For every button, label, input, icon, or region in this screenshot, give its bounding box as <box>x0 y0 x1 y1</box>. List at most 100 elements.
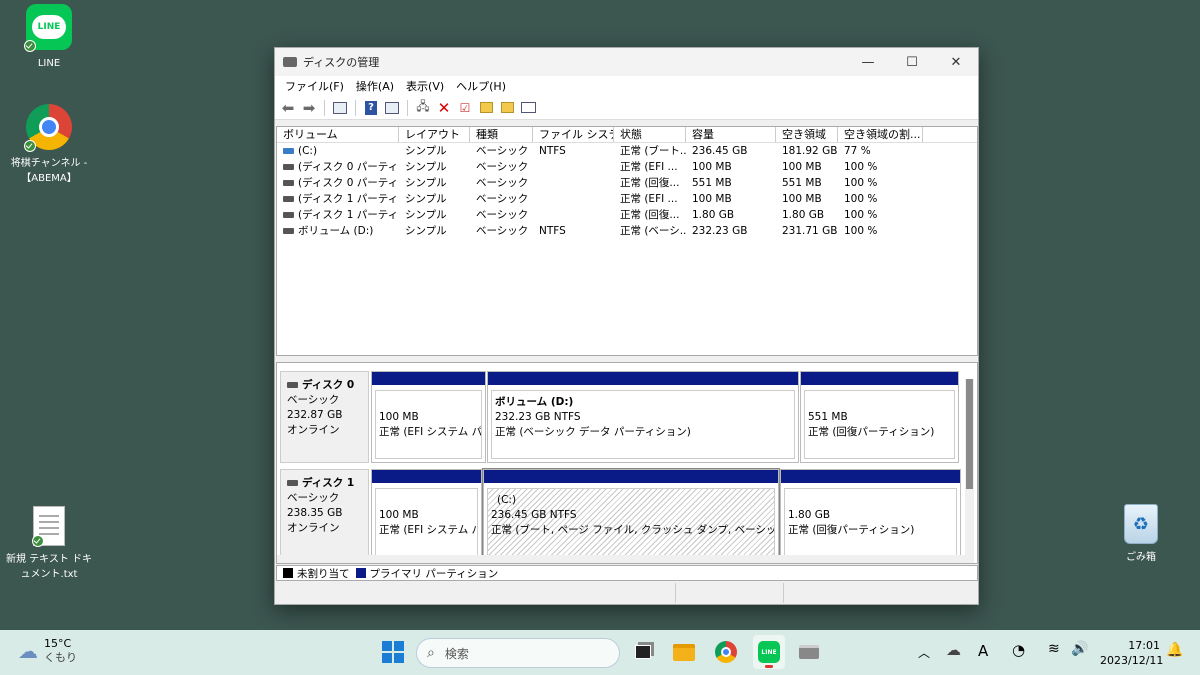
chevron-up-icon[interactable]: ︿ <box>918 644 930 661</box>
column-header-capacity[interactable]: 容量 <box>686 127 776 142</box>
volume-row[interactable]: (ディスク 1 パーティショ... シンプル ベーシック 正常 (EFI ... 100… <box>277 191 977 207</box>
connect-disk-icon[interactable]: 🖧 <box>414 99 432 117</box>
partition-disk1-c[interactable]: (C:) 236.45 GB NTFS 正常 (ブート, ページ ファイル, ク… <box>482 468 780 562</box>
volume-type: ベーシック <box>476 161 529 173</box>
disk-view-vertical-scrollbar[interactable] <box>965 379 974 563</box>
settings-list-icon[interactable] <box>519 99 537 117</box>
unallocated-swatch <box>283 568 293 578</box>
text-file-icon <box>32 506 65 547</box>
volume-row[interactable]: (ディスク 0 パーティショ... シンプル ベーシック 正常 (EFI ... 100… <box>277 159 977 175</box>
onedrive-cloud-icon[interactable]: ☁ <box>946 641 961 659</box>
taskbar-disk-management[interactable] <box>796 639 822 665</box>
legend-primary: プライマリ パーティション <box>369 567 499 580</box>
volume-icon <box>283 196 294 202</box>
menu-action[interactable]: 操作(A) <box>350 78 400 94</box>
disk-size: 238.35 GB <box>287 507 343 519</box>
clock[interactable]: 17:01 2023/12/11 <box>1100 638 1163 668</box>
volume-free: 100 MB <box>782 161 822 173</box>
folder-up-icon[interactable] <box>477 99 495 117</box>
column-header-layout[interactable]: レイアウト <box>399 127 470 142</box>
close-button[interactable]: ✕ <box>934 48 978 76</box>
chrome-icon <box>24 104 72 152</box>
partition-disk0-recovery[interactable]: 551 MB 正常 (回復パーティション) <box>800 371 959 463</box>
power-mode-icon[interactable]: ◔ <box>1012 641 1025 659</box>
partition-disk0-efi[interactable]: 100 MB 正常 (EFI システム パーティション) <box>371 371 486 463</box>
volume-type: ベーシック <box>476 225 529 237</box>
volume-type: ベーシック <box>476 145 529 157</box>
volume-icon <box>283 212 294 218</box>
column-header-volume[interactable]: ボリューム <box>277 127 399 142</box>
status-bar <box>276 583 978 603</box>
volume-filesystem <box>533 191 614 207</box>
back-arrow-icon[interactable]: ⬅ <box>279 99 297 117</box>
partition-disk0-d[interactable]: ボリューム (D:) 232.23 GB NTFS 正常 (ベーシック データ … <box>487 371 799 463</box>
windows-logo-icon <box>382 641 404 663</box>
volume-row[interactable]: (C:) シンプル ベーシック NTFS 正常 (ブート... 236.45 GB 181.… <box>277 143 977 159</box>
desktop-icon-textfile[interactable]: 新規 テキスト ドキュメント.txt <box>1 506 97 582</box>
folder-search-icon[interactable] <box>498 99 516 117</box>
volume-status: 正常 (ベーシ... <box>620 225 686 237</box>
partition-disk1-efi[interactable]: 100 MB 正常 (EFI システム パーティション) <box>371 469 482 561</box>
partition-size: 100 MB <box>379 411 419 423</box>
line-app-icon: LINE <box>758 641 780 663</box>
forward-arrow-icon[interactable]: ➡ <box>300 99 318 117</box>
volume-capacity: 100 MB <box>692 161 732 173</box>
disk-view-horizontal-scrollbar[interactable] <box>277 555 967 563</box>
menu-view[interactable]: 表示(V) <box>400 78 450 94</box>
volume-layout: シンプル <box>405 193 447 205</box>
disk-state: オンライン <box>287 522 340 534</box>
help-icon[interactable]: ? <box>362 99 380 117</box>
menu-help[interactable]: ヘルプ(H) <box>450 78 512 94</box>
volume-row[interactable]: (ディスク 1 パーティショ... シンプル ベーシック 正常 (回復... 1.80 … <box>277 207 977 223</box>
delete-icon[interactable]: ✕ <box>435 99 453 117</box>
volume-free-percent: 100 % <box>844 209 878 221</box>
partition-disk1-recovery[interactable]: 1.80 GB 正常 (回復パーティション) <box>780 469 961 561</box>
notification-bell-icon[interactable]: 🔔 <box>1166 642 1183 658</box>
minimize-button[interactable]: — <box>846 48 890 76</box>
column-header-free-percent[interactable]: 空き領域の割... <box>838 127 923 142</box>
legend: 未割り当て プライマリ パーティション <box>276 565 978 581</box>
column-header-free[interactable]: 空き領域 <box>776 127 838 142</box>
title-bar[interactable]: ディスクの管理 — ☐ ✕ <box>275 48 978 76</box>
volume-list: ボリューム レイアウト 種類 ファイル システム 状態 容量 空き領域 空き領域… <box>276 126 978 356</box>
volume-free-percent: 100 % <box>844 161 878 173</box>
check-icon[interactable]: ☑ <box>456 99 474 117</box>
folder-icon <box>673 643 695 661</box>
properties-icon[interactable] <box>383 99 401 117</box>
desktop-icon-recycle-bin[interactable]: ♻ ごみ箱 <box>1093 504 1189 565</box>
weather-temp: 15°C <box>44 637 72 650</box>
console-tree-icon[interactable] <box>331 99 349 117</box>
volume-row[interactable]: ボリューム (D:) シンプル ベーシック NTFS 正常 (ベーシ... 232.23 … <box>277 223 977 239</box>
taskbar-search-box[interactable]: ⌕ 検索 <box>416 638 620 668</box>
disk-state: オンライン <box>287 424 340 436</box>
volume-list-header: ボリューム レイアウト 種類 ファイル システム 状態 容量 空き領域 空き領域… <box>277 127 977 143</box>
desktop-icon-abema[interactable]: 将棋チャンネル - 【ABEMA】 <box>1 104 97 186</box>
partition-status: 正常 (回復パーティション) <box>788 524 915 536</box>
partition-size: 1.80 GB <box>788 509 831 521</box>
column-header-status[interactable]: 状態 <box>614 127 686 142</box>
maximize-button[interactable]: ☐ <box>890 48 934 76</box>
column-header-filesystem[interactable]: ファイル システム <box>533 127 614 142</box>
wifi-icon[interactable]: ≋ <box>1048 641 1060 657</box>
taskbar-chrome[interactable] <box>713 639 739 665</box>
task-view-button[interactable] <box>630 639 656 665</box>
taskbar-explorer[interactable] <box>671 639 697 665</box>
volume-icon[interactable]: 🔊 <box>1071 641 1088 657</box>
disk-0-info[interactable]: ディスク 0 ベーシック 232.87 GB オンライン <box>280 371 369 463</box>
weather-widget[interactable]: ☁ 15°C くもり <box>18 637 77 665</box>
menu-file[interactable]: ファイル(F) <box>279 78 350 94</box>
volume-icon <box>283 180 294 186</box>
volume-layout: シンプル <box>405 177 447 189</box>
start-button[interactable] <box>380 639 406 665</box>
volume-filesystem: NTFS <box>539 145 566 157</box>
volume-layout: シンプル <box>405 145 447 157</box>
volume-icon <box>283 228 294 234</box>
volume-free: 231.71 GB <box>782 225 838 237</box>
ime-indicator[interactable]: A <box>978 642 988 660</box>
column-header-type[interactable]: 種類 <box>470 127 533 142</box>
disk-icon <box>287 480 298 486</box>
disk-1-info[interactable]: ディスク 1 ベーシック 238.35 GB オンライン <box>280 469 369 561</box>
taskbar-line[interactable]: LINE <box>753 635 785 669</box>
volume-row[interactable]: (ディスク 0 パーティショ... シンプル ベーシック 正常 (回復... 551 M… <box>277 175 977 191</box>
desktop-icon-line[interactable]: LINE LINE <box>1 4 97 71</box>
